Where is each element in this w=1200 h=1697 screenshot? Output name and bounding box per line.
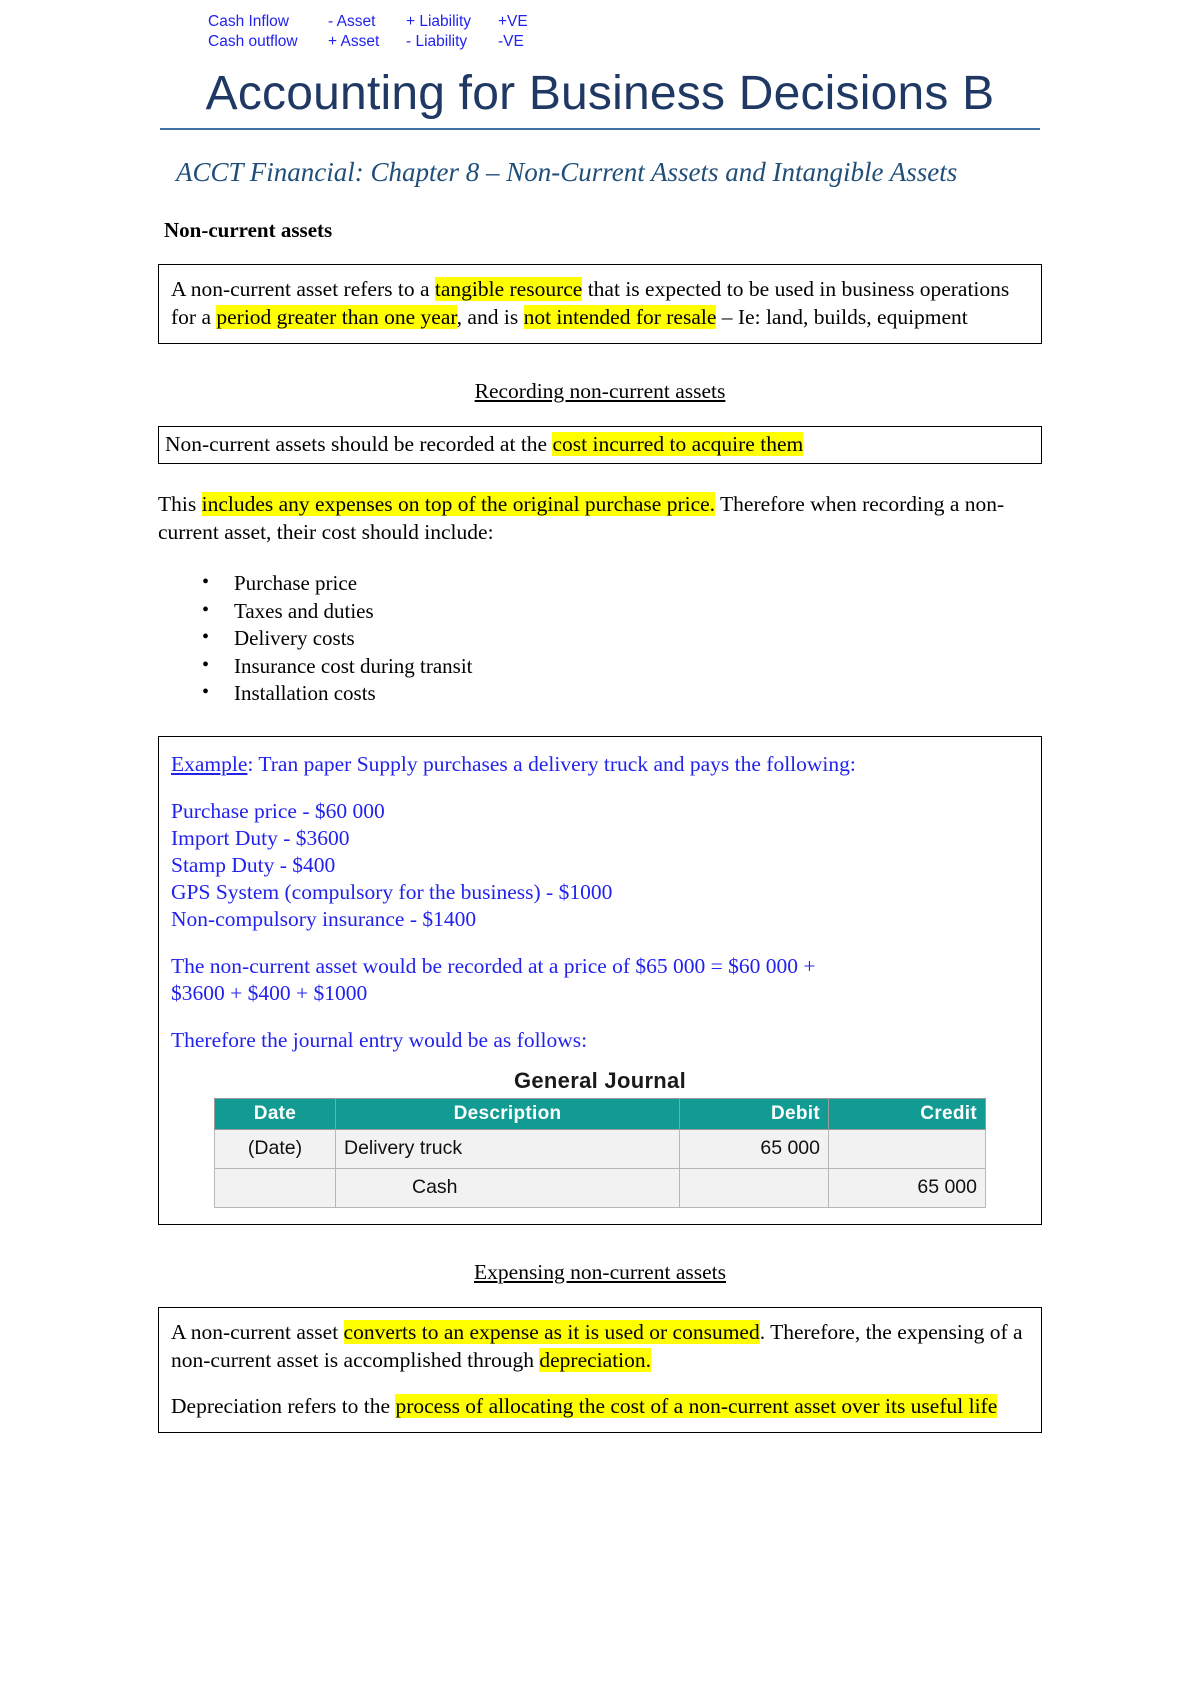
cost-inclusions-list: Purchase price Taxes and duties Delivery… xyxy=(0,569,1200,708)
cell-description: Cash xyxy=(335,1167,680,1208)
cash-inflow-ve: +VE xyxy=(498,13,528,30)
definition-t4: – Ie: land, builds, equipment xyxy=(716,305,968,329)
definition-text: A non-current asset refers to a tangible… xyxy=(171,275,1029,331)
title-divider xyxy=(160,128,1040,130)
list-item: Insurance cost during transit xyxy=(196,652,1200,681)
expensing-p1-t1: A non-current asset xyxy=(171,1319,344,1344)
expensing-p1-highlight-1: converts to an expense as it is used or … xyxy=(343,1319,760,1344)
title-block: Accounting for Business Decisions B xyxy=(160,66,1040,130)
example-lead-rest: : Tran paper Supply purchases a delivery… xyxy=(247,751,856,776)
example-cost-line: Non-compulsory insurance - $1400 xyxy=(171,906,477,931)
general-journal-block: General Journal Date Description Debit C… xyxy=(171,1068,1029,1208)
cash-inflow-asset: - Asset xyxy=(328,13,376,30)
document-subtitle: ACCT Financial: Chapter 8 – Non-Current … xyxy=(176,157,958,187)
cell-description: Delivery truck xyxy=(335,1128,680,1169)
example-cost-line: Import Duty - $3600 xyxy=(171,825,350,850)
list-item: Taxes and duties xyxy=(196,597,1200,626)
cash-inflow-liability: + Liability xyxy=(406,13,472,30)
example-result-line-2: $3600 + $400 + $1000 xyxy=(171,980,368,1005)
example-cost-line: Stamp Duty - $400 xyxy=(171,852,336,877)
expensing-box: A non-current asset converts to an expen… xyxy=(158,1306,1042,1433)
cell-debit xyxy=(679,1167,829,1208)
includes-highlight-1: includes any expenses on top of the orig… xyxy=(201,492,716,516)
table-row: (Date) Delivery truck 65 000 xyxy=(214,1128,986,1169)
cash-outflow-label: Cash outflow xyxy=(208,33,298,50)
example-cost-line: Purchase price - $60 000 xyxy=(171,798,385,823)
example-journal-intro: Therefore the journal entry would be as … xyxy=(171,1027,588,1052)
cash-outflow-asset: + Asset xyxy=(328,33,380,50)
expensing-p2-highlight-1: process of allocating the cost of a non-… xyxy=(395,1393,998,1418)
recording-t1: Non-current assets should be recorded at… xyxy=(165,432,553,456)
recording-box: Non-current assets should be recorded at… xyxy=(158,426,1042,464)
cash-inflow-row: Cash Inflow - Asset + Liability +VE xyxy=(208,12,1200,32)
example-box: Example: Tran paper Supply purchases a d… xyxy=(158,735,1042,1225)
heading-expensing-non-current-assets: Expensing non-current assets xyxy=(158,1259,1042,1285)
cell-date xyxy=(214,1167,336,1208)
includes-t1: This xyxy=(158,492,202,516)
cash-flow-notes: Cash Inflow - Asset + Liability +VE Cash ou… xyxy=(0,0,1200,52)
column-header-credit: Credit xyxy=(828,1097,986,1130)
includes-paragraph: This includes any expenses on top of the… xyxy=(158,490,1042,546)
list-item: Installation costs xyxy=(196,679,1200,708)
definition-box: A non-current asset refers to a tangible… xyxy=(158,264,1042,344)
cash-outflow-row: Cash outflow + Asset - Liability -VE xyxy=(208,32,1200,52)
definition-t1: A non-current asset refers to a xyxy=(171,277,435,301)
heading-recording-non-current-assets: Recording non-current assets xyxy=(158,378,1042,404)
column-header-description: Description xyxy=(335,1097,680,1130)
cell-date: (Date) xyxy=(214,1128,336,1169)
journal-title: General Journal xyxy=(513,1067,686,1093)
example-label: Example xyxy=(171,751,248,776)
general-journal-table: Date Description Debit Credit (Date) Del… xyxy=(214,1097,986,1208)
document-page: Cash Inflow - Asset + Liability +VE Cash ou… xyxy=(0,0,1200,1697)
column-header-debit: Debit xyxy=(679,1097,829,1130)
expensing-paragraph-1: A non-current asset converts to an expen… xyxy=(171,1318,1029,1374)
cell-debit: 65 000 xyxy=(679,1128,829,1169)
recording-text: Non-current assets should be recorded at… xyxy=(165,431,1035,458)
cell-credit: 65 000 xyxy=(828,1167,986,1208)
expensing-p2-t1: Depreciation refers to the xyxy=(171,1393,396,1418)
example-result-line-1: The non-current asset would be recorded … xyxy=(171,953,816,978)
recording-highlight-1: cost incurred to acquire them xyxy=(552,432,804,456)
example-lead: Example: Tran paper Supply purchases a d… xyxy=(171,751,1029,778)
definition-highlight-1: tangible resource xyxy=(434,277,583,301)
definition-highlight-3: not intended for resale xyxy=(523,305,717,329)
cash-outflow-liability: - Liability xyxy=(406,33,468,50)
cash-outflow-ve: -VE xyxy=(498,33,524,50)
cash-inflow-label: Cash Inflow xyxy=(208,13,289,30)
table-header-row: Date Description Debit Credit xyxy=(214,1097,986,1130)
heading-recording-text: Recording non-current assets xyxy=(474,379,726,403)
table-row: Cash 65 000 xyxy=(214,1167,986,1208)
expensing-paragraph-2: Depreciation refers to the process of al… xyxy=(171,1392,1029,1420)
cell-credit xyxy=(828,1128,986,1169)
expensing-p1-highlight-2: depreciation. xyxy=(539,1347,652,1372)
column-header-date: Date xyxy=(214,1097,336,1130)
definition-t3: , and is xyxy=(456,305,524,329)
heading-expensing-text: Expensing non-current assets xyxy=(474,1259,726,1284)
list-item: Delivery costs xyxy=(196,624,1200,653)
example-cost-line: GPS System (compulsory for the business)… xyxy=(171,879,613,904)
page-title: Accounting for Business Decisions B xyxy=(205,67,995,120)
section-heading-non-current-assets: Non-current assets xyxy=(164,218,333,242)
list-item: Purchase price xyxy=(196,569,1200,598)
definition-highlight-2: period greater than one year xyxy=(216,305,457,329)
